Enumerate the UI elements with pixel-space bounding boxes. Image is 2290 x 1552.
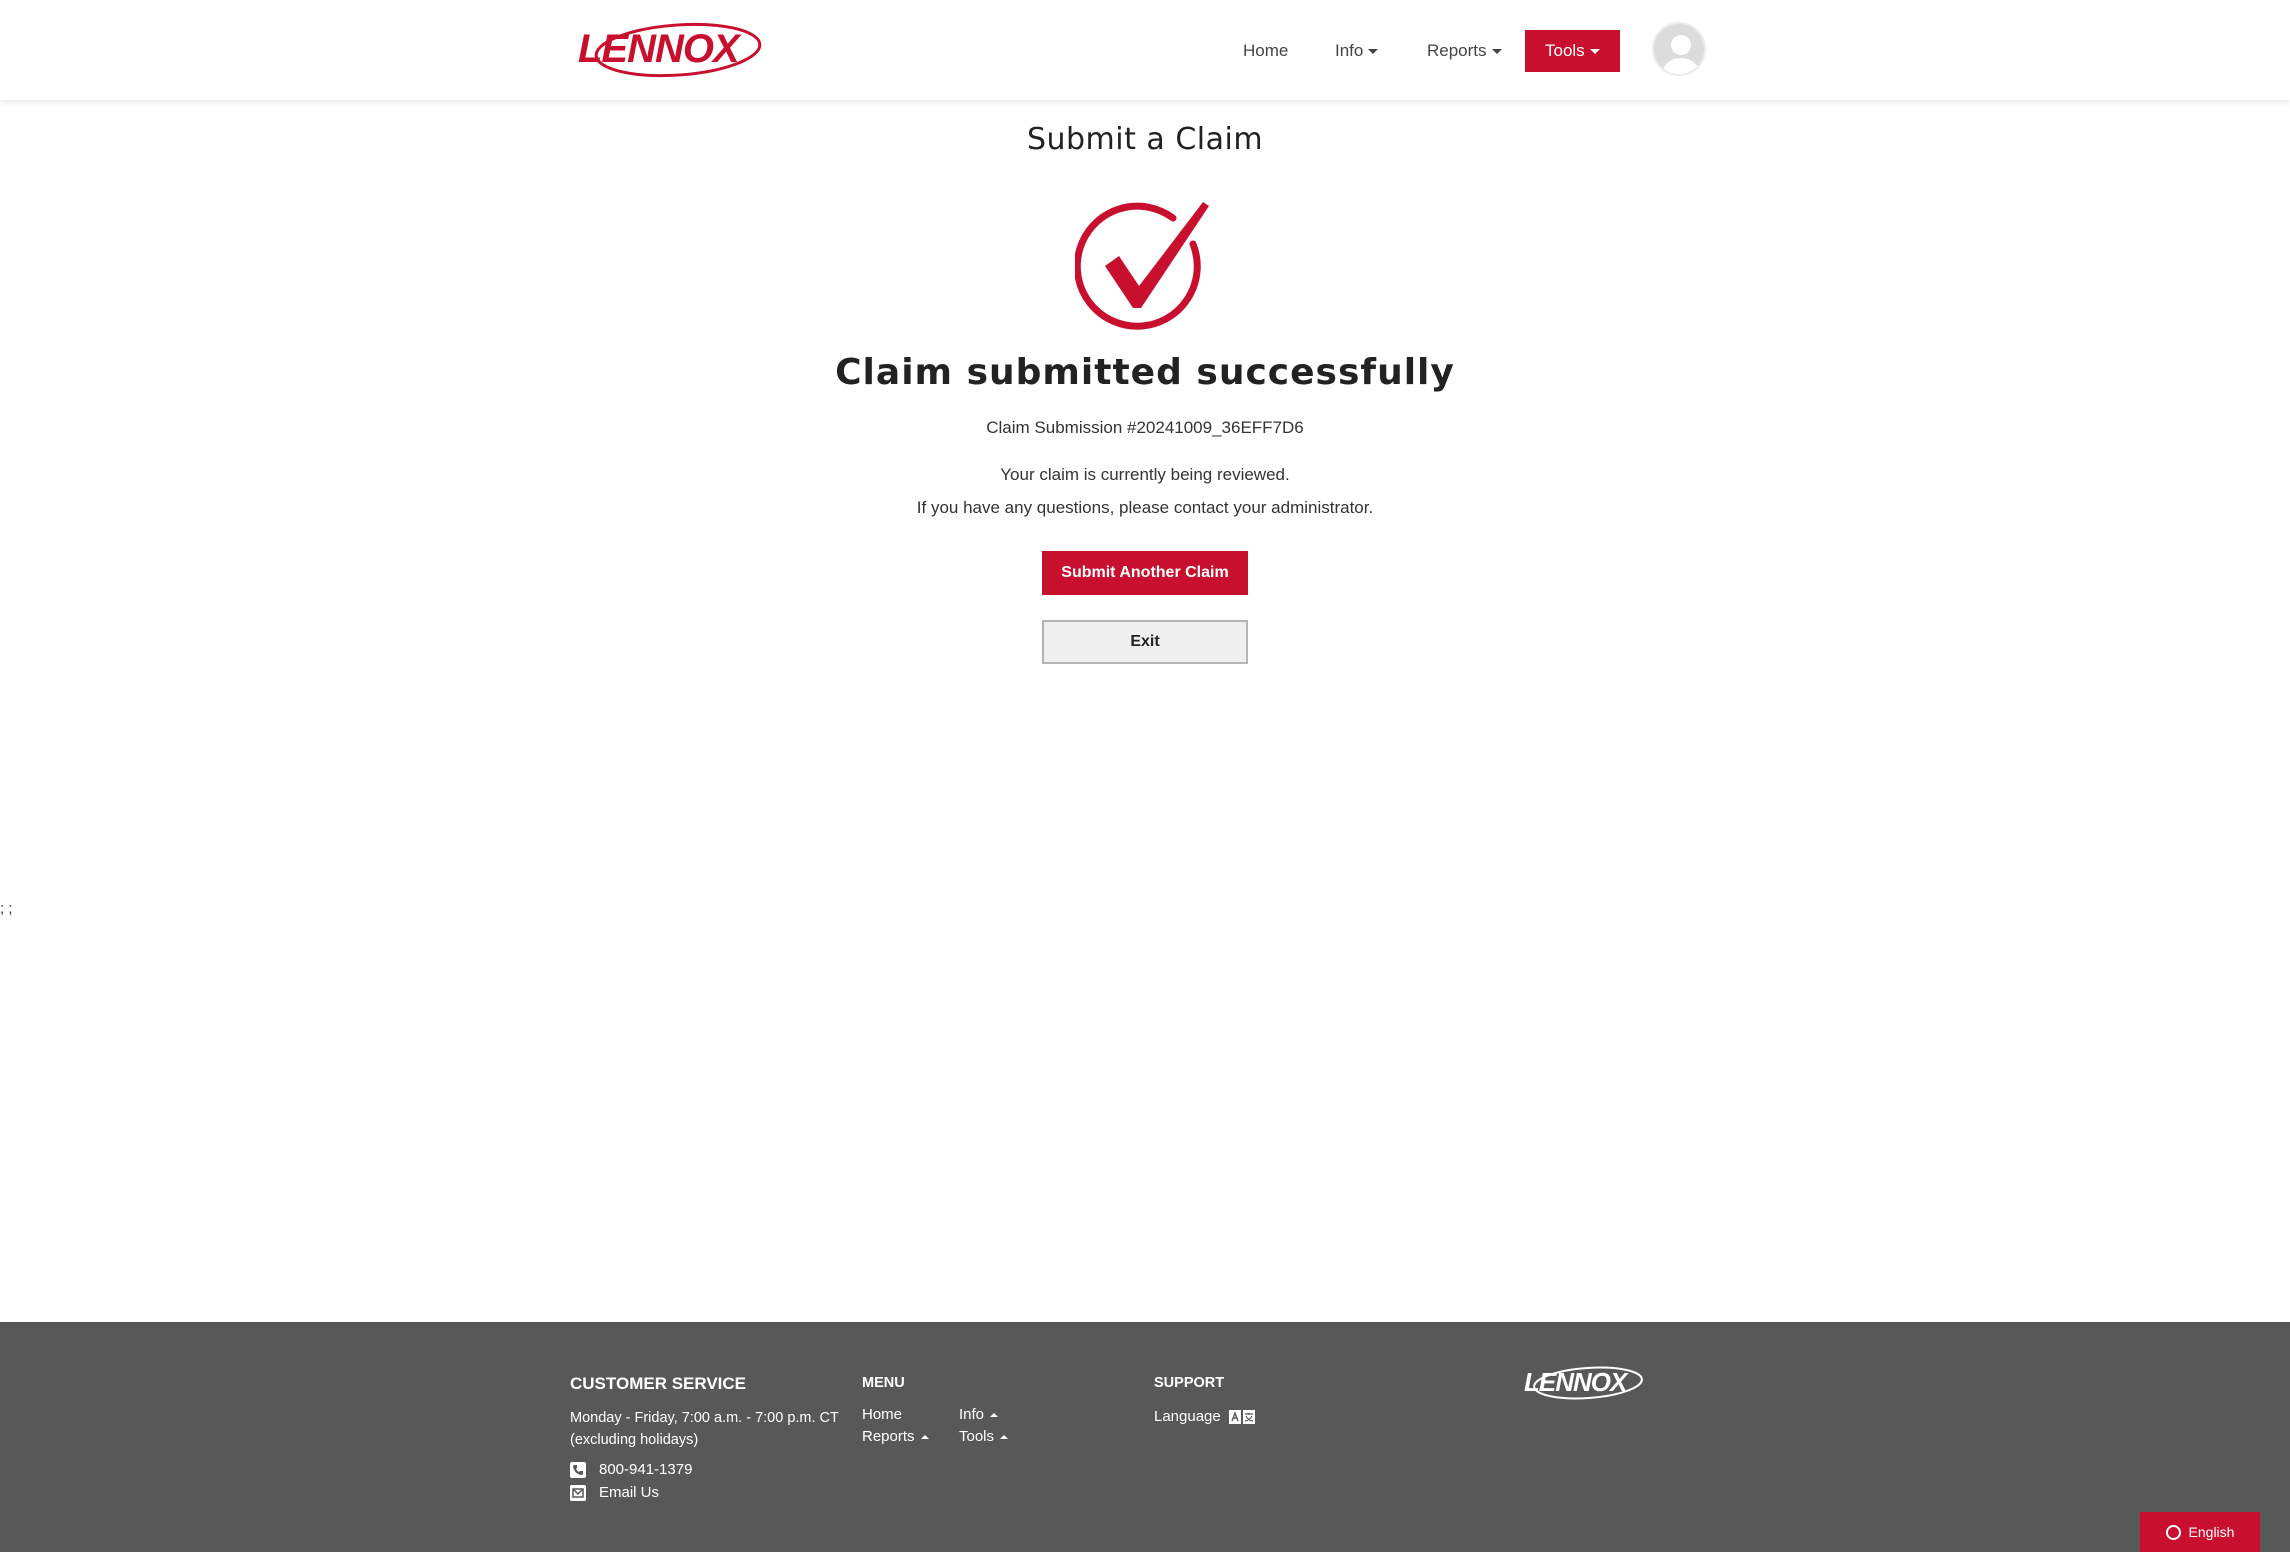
- nav-tools-label: Tools: [1545, 41, 1585, 60]
- page-title: Submit a Claim: [1026, 122, 1264, 157]
- claim-submission-id: Claim Submission #20241009_36EFF7D6: [986, 418, 1304, 437]
- chevron-up-icon: [920, 1435, 929, 1440]
- nav-reports-label: Reports: [1427, 41, 1487, 60]
- chevron-down-icon: [1491, 49, 1502, 55]
- english-label: English: [2188, 1524, 2235, 1540]
- language-link[interactable]: Language: [1154, 1408, 1255, 1425]
- svg-text:LENNOX: LENNOX: [578, 27, 742, 71]
- hours-line: Monday - Friday, 7:00 a.m. - 7:00 p.m. C…: [570, 1410, 839, 1426]
- menu-heading: MENU: [862, 1375, 905, 1391]
- phone-number-link[interactable]: 800-941-1379: [599, 1461, 692, 1478]
- chevron-up-icon: [990, 1413, 999, 1418]
- nav-reports[interactable]: Reports: [1427, 30, 1502, 72]
- globe-ring-icon: [2165, 1524, 2181, 1540]
- footer-menu-info[interactable]: Info: [959, 1406, 999, 1423]
- stray-text: ; ;: [0, 900, 13, 917]
- customer-service-heading: CUSTOMER SERVICE: [570, 1374, 747, 1393]
- nav-info[interactable]: Info: [1335, 30, 1379, 72]
- user-avatar-icon[interactable]: [1652, 22, 1706, 76]
- svg-text:LENNOX: LENNOX: [1524, 1367, 1629, 1397]
- footer-menu-reports[interactable]: Reports: [862, 1428, 929, 1445]
- footer-menu-reports-label: Reports: [862, 1428, 915, 1445]
- chevron-down-icon: [1368, 49, 1379, 55]
- footer-lennox-logo[interactable]: LENNOX: [1524, 1365, 1644, 1401]
- success-title: Claim submitted successfully: [835, 352, 1455, 393]
- translate-icon: [1228, 1410, 1255, 1425]
- hours-note: (excluding holidays): [570, 1432, 699, 1448]
- footer: CUSTOMER SERVICE Monday - Friday, 7:00 a…: [0, 1322, 2290, 1552]
- language-english-button[interactable]: English: [2140, 1512, 2260, 1552]
- footer-menu-info-label: Info: [959, 1406, 985, 1423]
- nav-tools[interactable]: Tools: [1525, 30, 1620, 72]
- checkmark-circle-icon: [1075, 202, 1209, 330]
- review-message: Your claim is currently being reviewed.: [1000, 465, 1290, 484]
- footer-menu-home[interactable]: Home: [862, 1406, 902, 1423]
- nav-home-label: Home: [1243, 41, 1289, 60]
- footer-menu-tools[interactable]: Tools: [959, 1428, 1009, 1445]
- language-label: Language: [1154, 1408, 1221, 1425]
- chevron-up-icon: [1000, 1435, 1009, 1440]
- phone-icon: [570, 1462, 586, 1478]
- nav-home[interactable]: Home: [1243, 30, 1288, 72]
- email-us-link[interactable]: Email Us: [599, 1484, 659, 1501]
- footer-menu-tools-label: Tools: [959, 1428, 995, 1445]
- nav-info-label: Info: [1335, 41, 1364, 60]
- exit-button[interactable]: Exit: [1042, 620, 1248, 664]
- chevron-down-icon: [1589, 49, 1600, 55]
- lennox-logo[interactable]: LENNOX: [578, 20, 764, 80]
- support-heading: SUPPORT: [1154, 1375, 1225, 1391]
- contact-message: If you have any questions, please contac…: [916, 498, 1374, 517]
- mail-icon: [570, 1485, 586, 1501]
- submit-another-claim-button[interactable]: Submit Another Claim: [1042, 551, 1248, 595]
- main-content: Submit a Claim Claim submitted successfu…: [0, 100, 2290, 1322]
- top-header: LENNOX Home Info Reports Tools: [0, 0, 2290, 100]
